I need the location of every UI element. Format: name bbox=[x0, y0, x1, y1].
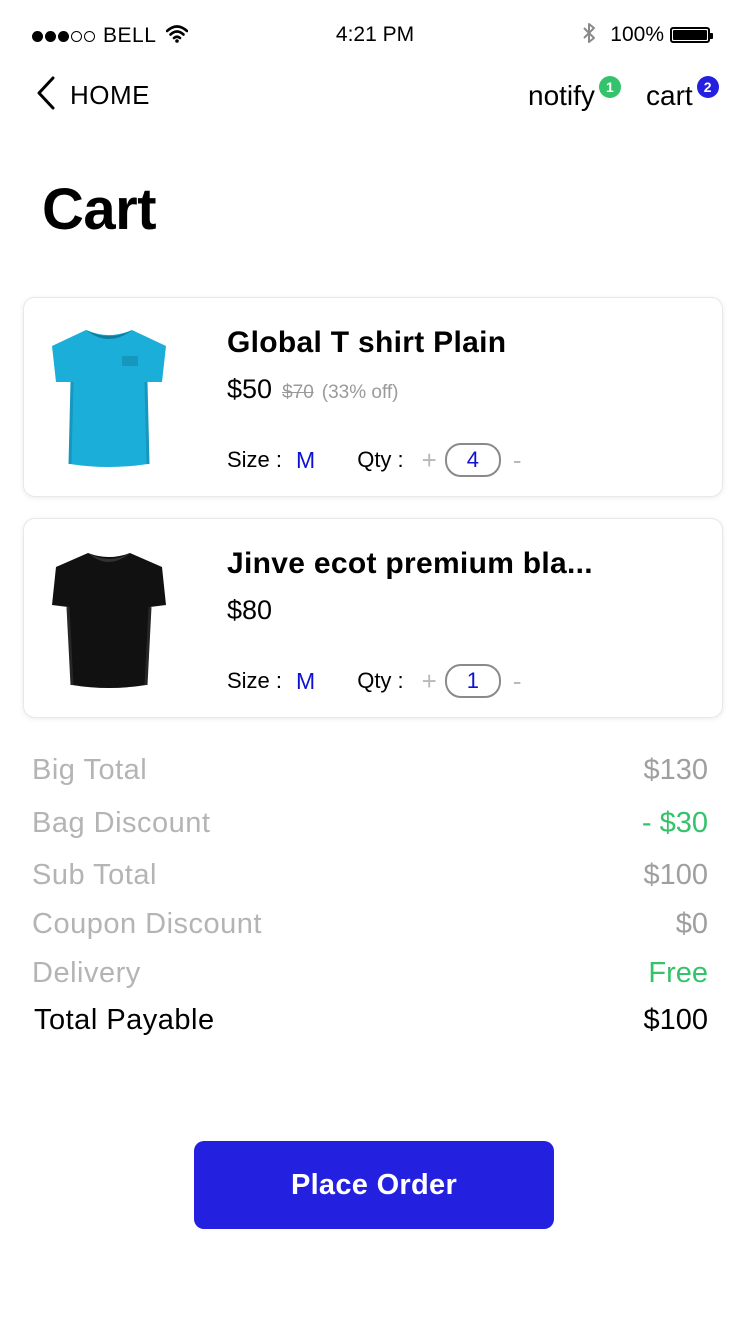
navigation-bar: HOME notify 1 cart 2 bbox=[0, 70, 750, 120]
cart-badge: 2 bbox=[696, 76, 719, 98]
size-selector[interactable]: M bbox=[296, 447, 315, 474]
cart-item-card[interactable]: Jinve ecot premium bla... $80 Size : M Q… bbox=[23, 518, 723, 718]
size-label: Size : bbox=[227, 447, 283, 472]
summary-row-bag-discount: Bag Discount - $30 bbox=[32, 807, 708, 847]
qty-value[interactable]: 1 bbox=[444, 664, 501, 698]
summary-value: $100 bbox=[643, 1004, 708, 1036]
product-options: Size : M Qty : + 4 - bbox=[227, 443, 522, 477]
summary-row-sub-total: Sub Total $100 bbox=[32, 859, 708, 899]
bluetooth-icon bbox=[582, 21, 596, 50]
status-right: 100% bbox=[582, 21, 713, 50]
cart-item-card[interactable]: Global T shirt Plain $50 $70 (33% off) S… bbox=[23, 297, 723, 497]
cart-label: cart bbox=[646, 80, 693, 111]
size-label: Size : bbox=[227, 668, 283, 693]
summary-row-big-total: Big Total $130 bbox=[32, 754, 708, 794]
summary-label: Delivery bbox=[32, 957, 141, 989]
discount-label: (33% off) bbox=[321, 382, 399, 403]
summary-value: $130 bbox=[643, 754, 708, 786]
product-image-black-tshirt bbox=[46, 545, 172, 691]
summary-row-delivery: Delivery Free bbox=[32, 957, 708, 997]
notify-label: notify bbox=[528, 80, 595, 111]
product-price: $50 bbox=[227, 374, 273, 404]
back-button[interactable]: HOME bbox=[36, 76, 150, 115]
qty-decrease-button[interactable]: - bbox=[513, 445, 522, 476]
summary-label: Sub Total bbox=[32, 859, 157, 891]
notify-badge: 1 bbox=[598, 76, 621, 98]
back-label: HOME bbox=[70, 80, 150, 110]
summary-value: - $30 bbox=[641, 807, 708, 839]
summary-row-coupon-discount: Coupon Discount $0 bbox=[32, 908, 708, 948]
summary-label: Big Total bbox=[32, 754, 148, 786]
summary-label: Total Payable bbox=[34, 1004, 215, 1036]
product-name: Global T shirt Plain bbox=[227, 326, 507, 359]
qty-increase-button[interactable]: + bbox=[422, 445, 437, 476]
notify-button[interactable]: notify 1 bbox=[528, 76, 621, 112]
battery-icon bbox=[670, 27, 713, 43]
product-image-blue-tshirt bbox=[46, 324, 172, 470]
summary-value: $0 bbox=[675, 908, 708, 940]
qty-decrease-button[interactable]: - bbox=[513, 666, 522, 697]
summary-label: Coupon Discount bbox=[32, 908, 262, 940]
qty-increase-button[interactable]: + bbox=[422, 666, 437, 697]
page-title: Cart bbox=[42, 177, 157, 242]
qty-label: Qty : bbox=[357, 447, 404, 472]
product-price: $80 bbox=[227, 595, 273, 625]
chevron-left-icon bbox=[36, 76, 56, 115]
price-row: $50 $70 (33% off) bbox=[227, 374, 399, 405]
cart-button[interactable]: cart 2 bbox=[646, 76, 719, 112]
qty-label: Qty : bbox=[357, 668, 404, 693]
original-price: $70 bbox=[282, 382, 314, 403]
battery-percentage: 100% bbox=[610, 23, 664, 46]
price-row: $80 bbox=[227, 595, 272, 626]
status-bar: BELL 4:21 PM 100% bbox=[0, 0, 750, 70]
product-name: Jinve ecot premium bla... bbox=[227, 547, 593, 580]
product-options: Size : M Qty : + 1 - bbox=[227, 664, 522, 698]
size-selector[interactable]: M bbox=[296, 668, 315, 695]
qty-value[interactable]: 4 bbox=[444, 443, 501, 477]
summary-value: $100 bbox=[643, 859, 708, 891]
summary-row-total-payable: Total Payable $100 bbox=[32, 1004, 708, 1044]
place-order-button[interactable]: Place Order bbox=[194, 1141, 554, 1229]
summary-value: Free bbox=[648, 957, 708, 989]
summary-label: Bag Discount bbox=[32, 807, 211, 839]
